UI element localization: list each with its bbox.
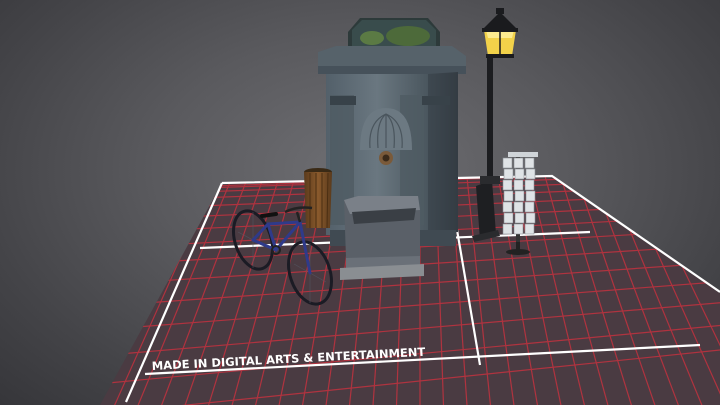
fountain — [318, 18, 466, 280]
postcard — [502, 201, 513, 213]
scene-render: MADE IN DIGITAL ARTS & ENTERTAINMENT — [100, 8, 720, 405]
postcard — [503, 212, 514, 224]
postcard — [502, 179, 513, 191]
3d-viewport[interactable]: MADE IN DIGITAL ARTS & ENTERTAINMENT — [0, 0, 720, 405]
postcard — [524, 157, 535, 169]
postcard — [513, 179, 524, 191]
postcard — [524, 201, 535, 213]
postcard — [514, 168, 525, 180]
trash-bin — [304, 168, 332, 229]
postcard — [502, 157, 513, 169]
postcard — [513, 223, 524, 235]
postcard — [524, 223, 535, 235]
postcard — [503, 190, 514, 202]
postcard — [502, 223, 513, 235]
postcard — [513, 157, 524, 169]
postcard — [524, 179, 535, 191]
postcard — [513, 201, 524, 213]
postcard — [525, 190, 536, 202]
postcard — [525, 168, 536, 180]
postcard — [525, 212, 536, 224]
postcard — [514, 212, 525, 224]
postcard — [503, 168, 514, 180]
postcard — [514, 190, 525, 202]
